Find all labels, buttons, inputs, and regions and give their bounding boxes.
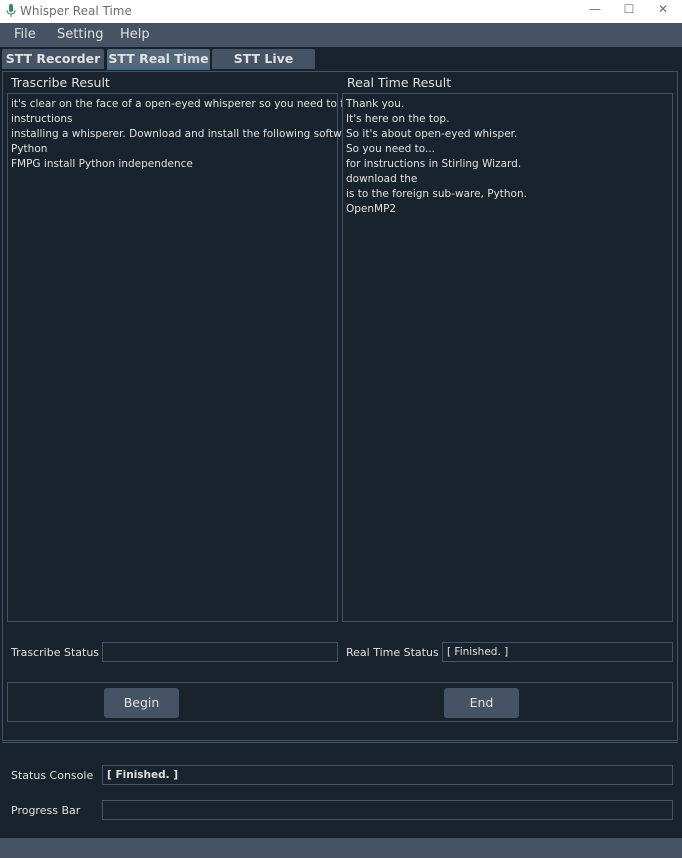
tab-stt-live[interactable]: STT Live: [212, 49, 315, 69]
transcribe-line: FMPG install Python independence: [11, 158, 193, 170]
menu-setting[interactable]: Setting: [57, 27, 104, 42]
transcribe-result-textbox[interactable]: it's clear on the face of a open-eyed wh…: [7, 93, 372, 622]
real-time-line: is to the foreign sub-ware, Python.: [346, 188, 527, 200]
menu-file[interactable]: File: [14, 27, 36, 42]
transcribe-line: instructions: [11, 113, 73, 125]
transcribe-line: it's clear on the face of a open-eyed wh…: [11, 98, 372, 110]
console-panel: [2, 742, 678, 839]
transcribe-status-field[interactable]: [102, 642, 338, 662]
real-time-line: download the: [346, 173, 418, 185]
real-time-result-textbox[interactable]: Thank you. It's here on the top. So it's…: [342, 93, 673, 622]
tab-bar: STT Recorder STT Real Time STT Live: [0, 47, 682, 71]
transcribe-line: Python: [11, 143, 48, 155]
transcribe-status-label: Trascribe Status: [11, 646, 100, 659]
tab-stt-real-time[interactable]: STT Real Time: [107, 49, 210, 70]
real-time-line: for instructions in Stirling Wizard.: [346, 158, 522, 170]
tab-stt-recorder[interactable]: STT Recorder: [2, 49, 104, 69]
real-time-line: Thank you.: [346, 98, 405, 110]
transcribe-result-heading: Trascribe Result: [11, 75, 110, 90]
status-console-field[interactable]: [ Finished. ]: [102, 765, 673, 785]
real-time-line: It's here on the top.: [346, 113, 450, 125]
status-console-label: Status Console: [11, 769, 94, 782]
real-time-line: OpenMP2: [346, 203, 397, 215]
window-titlebar: Whisper Real Time — ☐ ✕: [0, 0, 682, 23]
control-button-group: Begin End: [7, 682, 673, 722]
menu-bar: File Setting Help: [0, 23, 682, 47]
microphone-icon: [6, 4, 16, 17]
window-title: Whisper Real Time: [20, 4, 132, 18]
close-button[interactable]: ✕: [648, 2, 678, 20]
end-button[interactable]: End: [444, 688, 519, 718]
progress-bar: [102, 800, 673, 820]
minimize-button[interactable]: —: [580, 2, 610, 20]
progress-bar-label: Progress Bar: [11, 804, 81, 817]
maximize-button[interactable]: ☐: [614, 2, 644, 20]
real-time-status-label: Real Time Status: [346, 646, 439, 659]
real-time-line: So you need to...: [346, 143, 436, 155]
real-time-result-heading: Real Time Result: [347, 75, 452, 90]
begin-button[interactable]: Begin: [104, 688, 179, 718]
transcribe-line: installing a whisperer. Download and ins…: [11, 128, 359, 140]
real-time-status-field[interactable]: [ Finished. ]: [442, 642, 673, 662]
real-time-line: So it's about open-eyed whisper.: [346, 128, 518, 140]
window-status-bar: [0, 838, 682, 858]
menu-help[interactable]: Help: [120, 27, 150, 42]
